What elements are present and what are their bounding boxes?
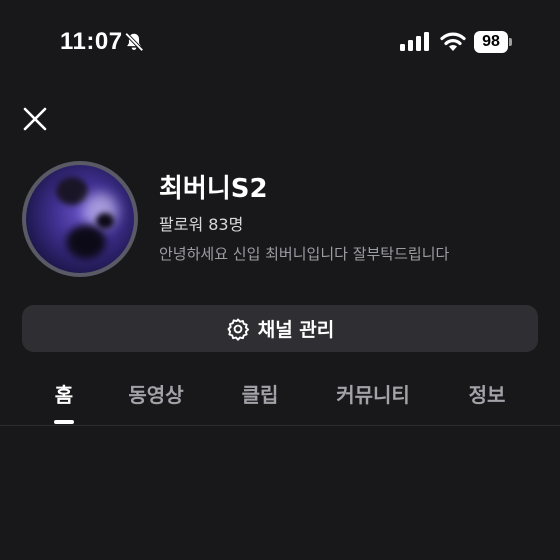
tab-home[interactable]: 홈 [55,376,73,416]
channel-manage-button[interactable]: 채널 관리 [22,305,538,352]
status-time: 11:07 [60,28,123,55]
close-button[interactable] [20,104,50,134]
tab-videos[interactable]: 동영상 [128,376,183,416]
wifi-icon [440,32,466,51]
follower-count: 팔로워 83명 [159,215,244,234]
gear-icon [227,318,249,341]
channel-description: 안녕하세요 신입 최버니입니다 잘부탁드립니다 [159,245,450,263]
battery-level: 98 [474,31,508,53]
avatar[interactable] [22,161,138,277]
battery-tip [509,38,512,46]
tab-bar: 홈 동영상 클립 커뮤니티 정보 [0,376,560,426]
tab-info[interactable]: 정보 [469,376,506,416]
tab-active-indicator [54,420,74,424]
bell-off-icon [124,32,144,52]
status-bar: 11:07 98 [0,0,560,84]
tab-community[interactable]: 커뮤니티 [336,376,410,416]
close-icon [23,107,47,131]
avatar-image [26,165,134,273]
channel-manage-label: 채널 관리 [257,319,335,341]
battery-icon: 98 [474,31,512,53]
divider [0,425,560,426]
signal-icon [400,32,429,51]
channel-name: 최버니S2 [159,174,268,204]
tab-clips[interactable]: 클립 [242,376,279,416]
